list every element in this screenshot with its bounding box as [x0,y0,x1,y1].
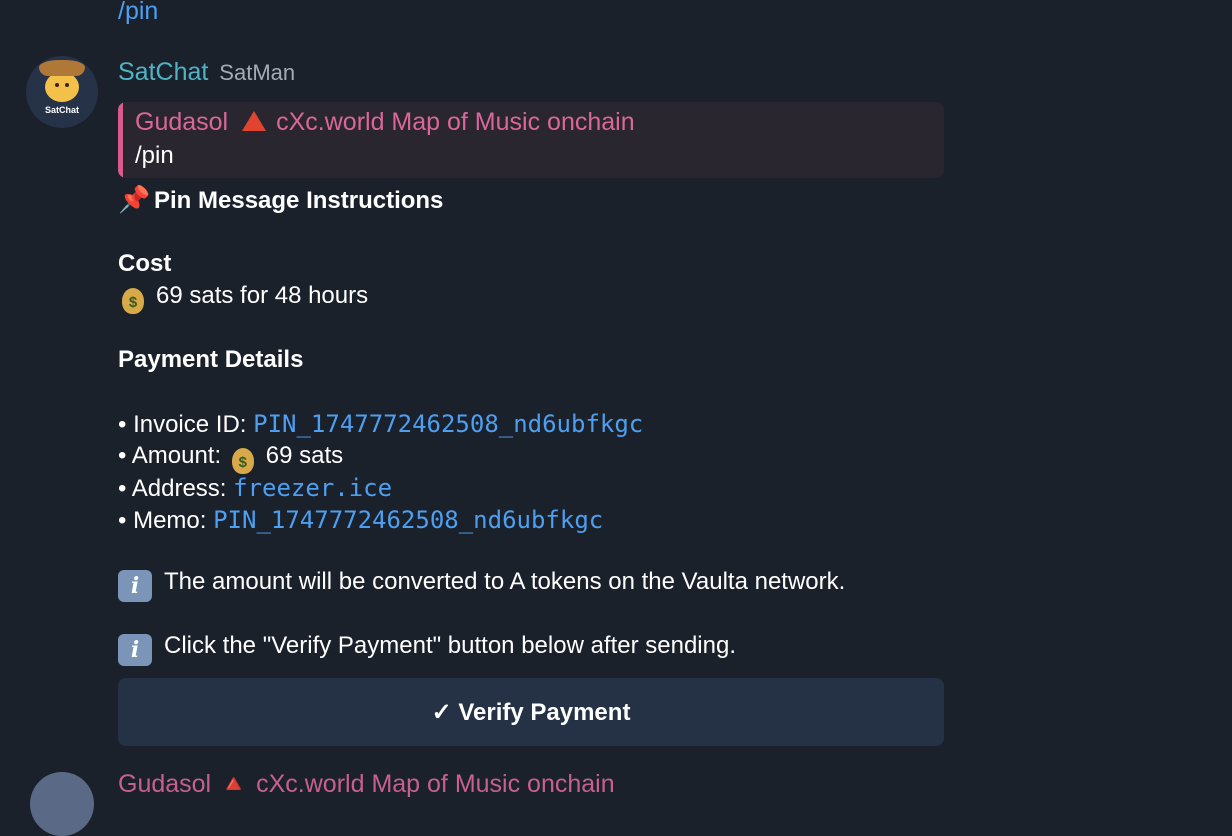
cost-label: Cost [118,250,172,277]
verify-payment-button[interactable]: ✓ Verify Payment [118,678,944,746]
info-text-2: Click the "Verify Payment" button below … [164,632,737,659]
avatar[interactable]: SatChat [26,56,98,128]
cost-line: $69 sats for 48 hours [118,282,368,314]
invoice-id[interactable]: PIN_1747772462508_nd6ubfkgc [253,410,643,438]
reply-author: Gudasol [135,108,229,136]
reply-author-line: Gudasol cXc.world Map of Music onchain [135,108,635,137]
invoice-label: • Invoice ID: [118,411,254,438]
red-triangle-icon [242,111,267,131]
pushpin-icon: 📌 [118,184,151,214]
next-message-sender[interactable]: Gudasol 🔺 cXc.world Map of Music onchain [118,770,615,799]
info-text-1: The amount will be converted to A tokens… [164,568,846,595]
sender-header: SatChat SatMan [118,58,295,87]
info-line-1: i The amount will be converted to A token… [118,568,845,602]
heading-line: 📌 Pin Message Instructions [118,184,443,215]
bot-name[interactable]: SatChat [118,58,208,86]
amount-line: • Amount: $69 sats [118,442,343,474]
details-label: Payment Details [118,346,304,373]
info-line-2: i Click the "Verify Payment" button below… [118,632,736,666]
cowboy-face-icon [39,59,85,102]
memo-line: • Memo: PIN_1747772462508_nd6ubfkgc [118,506,603,535]
address-label: • Address: [118,475,234,502]
cost-text: 69 sats for 48 hours [156,282,369,309]
previous-command[interactable]: /pin [118,0,158,26]
heading-text: Pin Message Instructions [154,187,444,214]
next-message-avatar[interactable] [30,772,94,836]
avatar-label: SatChat [44,104,79,115]
user-name: SatMan [219,60,296,85]
amount-text: 69 sats [265,442,344,469]
invoice-line: • Invoice ID: PIN_1747772462508_nd6ubfkg… [118,410,643,439]
address-value[interactable]: freezer.ice [233,474,392,502]
moneybag-icon: $ [122,288,144,314]
moneybag-icon: $ [231,448,254,474]
address-line: • Address: freezer.ice [118,474,392,503]
amount-label: • Amount: [118,442,228,469]
reply-quote[interactable]: Gudasol cXc.world Map of Music onchain /p… [118,102,944,178]
reply-accent-bar [118,102,123,178]
reply-title: cXc.world Map of Music onchain [276,108,635,136]
info-icon: i [118,634,152,666]
memo-label: • Memo: [118,507,214,534]
memo-value[interactable]: PIN_1747772462508_nd6ubfkgc [213,506,603,534]
reply-text: /pin [135,142,174,169]
info-icon: i [118,570,152,602]
